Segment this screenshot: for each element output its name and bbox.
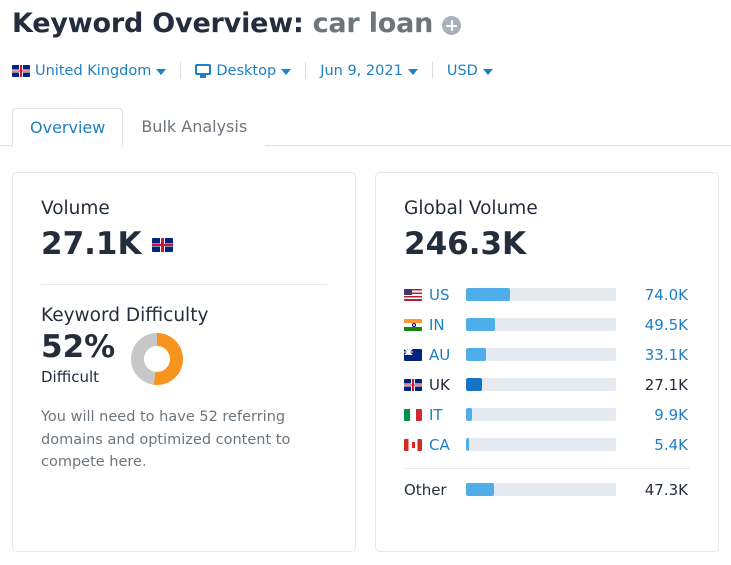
page-title: Keyword Overview: car loan <box>12 8 462 39</box>
monitor-icon <box>195 63 212 78</box>
country-volume-value: 27.1K <box>644 375 688 394</box>
volume-label: Volume <box>41 198 110 219</box>
page-title-prefix: Keyword Overview: <box>12 8 304 39</box>
country-bar-fill <box>466 348 486 362</box>
country-bar-fill <box>466 438 470 452</box>
country-row-us: US 74.0K <box>404 280 690 310</box>
country-bar-track <box>466 378 616 392</box>
keyword-difficulty-row: 52% Difficult <box>41 332 327 386</box>
keyword-difficulty-sublabel: Difficult <box>41 368 100 387</box>
country-row-au: AU 33.1K <box>404 340 690 370</box>
volume-card: Volume 27.1K Keyword Difficulty 52% Diff… <box>12 172 356 552</box>
chevron-down-icon <box>407 68 418 75</box>
country-bar-track <box>466 408 616 422</box>
flag-it-icon <box>404 408 422 421</box>
country-link-au[interactable]: AU <box>404 346 466 364</box>
country-bar-track <box>466 438 616 452</box>
filter-country[interactable]: United Kingdom <box>12 62 167 79</box>
filter-date-label: Jun 9, 2021 <box>320 62 403 79</box>
country-bar-fill <box>466 483 494 497</box>
country-bar-fill <box>466 318 496 332</box>
tab-overview[interactable]: Overview <box>12 108 124 148</box>
keyword-difficulty-label: Keyword Difficulty <box>41 304 209 326</box>
flag-in-icon <box>404 318 422 331</box>
volume-value-row: 27.1K <box>41 228 327 261</box>
flag-uk-icon <box>12 64 30 77</box>
filter-device-label: Desktop <box>216 62 277 79</box>
global-volume-value: 246.3K <box>404 226 527 263</box>
country-link-us[interactable]: US <box>404 286 466 304</box>
country-link-in[interactable]: IN <box>404 316 466 334</box>
flag-uk-icon <box>404 378 422 391</box>
volume-value: 27.1K <box>41 226 142 263</box>
filter-country-label: United Kingdom <box>35 62 152 79</box>
country-code-label: IN <box>429 315 445 334</box>
chevron-down-icon <box>156 68 167 75</box>
filter-currency[interactable]: USD <box>447 63 493 79</box>
global-volume-card: Global Volume 246.3K US 74.0K IN 49.5K AU 33.… <box>375 172 719 552</box>
country-code-label: CA <box>429 435 450 454</box>
filter-bar: United Kingdom Desktop Jun 9, 2021 USD <box>12 62 493 79</box>
country-volume-value[interactable]: 74.0K <box>616 286 690 304</box>
global-volume-country-list: US 74.0K IN 49.5K AU 33.1K UK 27.1K IT 9.9K CA 5.4K… <box>404 280 690 505</box>
country-code-label: US <box>429 285 450 304</box>
flag-uk-icon <box>151 237 173 252</box>
country-row-uk: UK 27.1K <box>404 370 690 400</box>
keyword-difficulty-block: Keyword Difficulty 52% Difficult You wil… <box>41 304 327 474</box>
country-code-label: AU <box>429 345 451 364</box>
country-volume-value[interactable]: 49.5K <box>616 316 690 334</box>
keyword-difficulty-value: 52% <box>41 329 116 366</box>
filter-date[interactable]: Jun 9, 2021 <box>320 63 418 79</box>
tab-bar: Overview Bulk Analysis <box>12 107 266 148</box>
country-bar-fill <box>466 378 482 392</box>
filter-divider <box>180 62 182 79</box>
country-code-label: IT <box>429 405 443 424</box>
keyword-difficulty-donut-chart <box>131 333 184 386</box>
country-volume-value[interactable]: 5.4K <box>616 436 690 454</box>
country-list-divider <box>404 467 690 469</box>
filter-currency-label: USD <box>446 62 478 79</box>
flag-ca-icon <box>404 438 422 451</box>
chevron-down-icon <box>482 68 493 75</box>
country-code-label: Other <box>404 480 447 499</box>
country-row-in: IN 49.5K <box>404 310 690 340</box>
country-code-label: UK <box>429 375 450 394</box>
tab-bulk-analysis[interactable]: Bulk Analysis <box>123 107 266 147</box>
country-bar-fill <box>466 408 472 422</box>
country-label-other: Other <box>404 481 466 499</box>
country-volume-value[interactable]: 9.9K <box>616 406 690 424</box>
filter-device[interactable]: Desktop <box>195 62 292 79</box>
country-bar-track <box>466 348 616 362</box>
flag-au-icon <box>404 348 422 361</box>
country-row-ca: CA 5.4K <box>404 430 690 460</box>
country-bar-track <box>466 483 616 497</box>
chevron-down-icon <box>281 68 292 75</box>
country-row-it: IT 9.9K <box>404 400 690 430</box>
country-link-ca[interactable]: CA <box>404 436 466 454</box>
plus-circle-icon[interactable] <box>442 16 462 35</box>
global-volume-label: Global Volume <box>404 198 538 219</box>
country-volume-value[interactable]: 33.1K <box>616 346 690 364</box>
filter-divider <box>431 62 433 79</box>
country-link-it[interactable]: IT <box>404 406 466 424</box>
country-row-other: Other 47.3K <box>404 475 690 505</box>
country-bar-fill <box>466 288 510 302</box>
country-bar-track <box>466 318 616 332</box>
page-title-keyword: car loan <box>312 8 434 39</box>
flag-us-icon <box>404 288 422 301</box>
keyword-difficulty-description: You will need to have 52 referring domai… <box>41 409 291 471</box>
country-bar-track <box>466 288 616 302</box>
country-link-uk: UK <box>404 376 466 394</box>
filter-divider <box>305 62 307 79</box>
card-divider <box>41 283 327 285</box>
country-volume-value: 47.3K <box>644 480 688 499</box>
